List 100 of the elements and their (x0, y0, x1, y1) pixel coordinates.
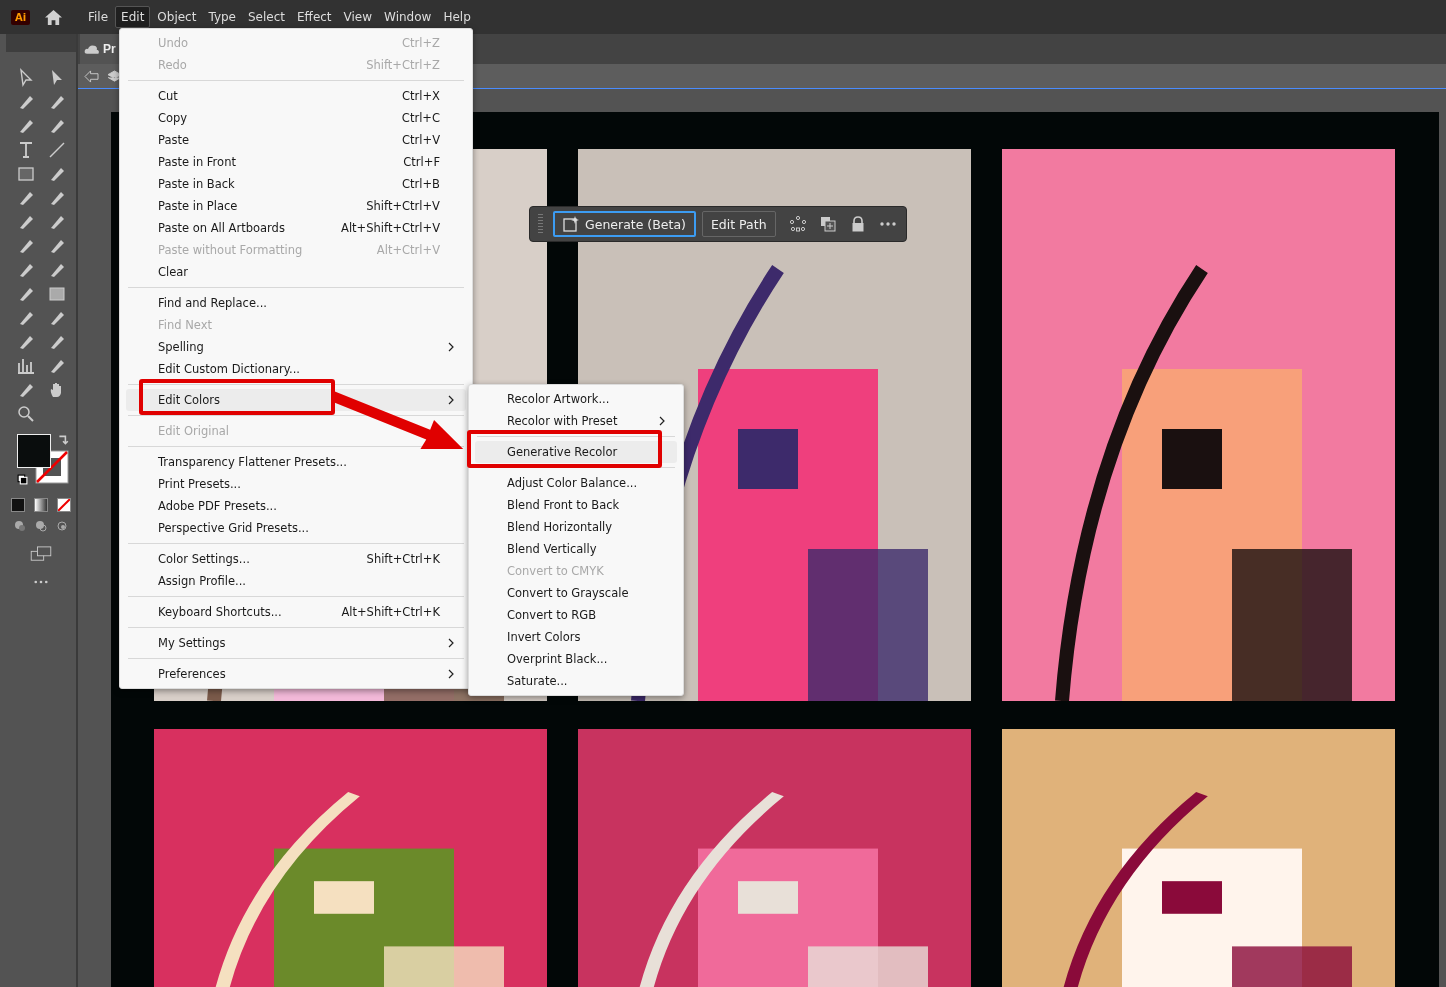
menu-item[interactable]: Convert to Grayscale (475, 582, 677, 604)
menu-item-label: Adobe PDF Presets... (158, 499, 278, 513)
rectangle-tool-icon[interactable] (15, 164, 36, 184)
menu-item-label: Convert to Grayscale (507, 586, 630, 600)
menu-item[interactable]: Saturate... (475, 670, 677, 692)
menu-item-label: Assign Profile... (158, 574, 247, 588)
menu-item[interactable]: Clear (126, 261, 466, 283)
none-mode-icon[interactable] (57, 498, 71, 512)
cloud-icon (84, 44, 100, 54)
color-mode-icon[interactable] (11, 498, 25, 512)
menu-item[interactable]: Perspective Grid Presets... (126, 517, 466, 539)
duplicate-icon[interactable] (819, 216, 836, 232)
menu-item[interactable]: Blend Front to Back (475, 494, 677, 516)
menu-bar-item[interactable]: Type (203, 7, 241, 27)
menu-item-label: Convert to RGB (507, 608, 598, 622)
menu-item-label: Print Presets... (158, 477, 242, 491)
shortcut-label: Alt+Shift+Ctrl+V (341, 221, 440, 235)
menu-item-label: Overprint Black... (507, 652, 609, 666)
menu-item-label: Find Next (158, 318, 213, 332)
back-arrow-icon[interactable] (84, 69, 99, 83)
menu-item[interactable]: Spelling (126, 336, 466, 358)
menu-item-label: Saturate... (507, 674, 569, 688)
menu-item[interactable]: Blend Vertically (475, 538, 677, 560)
gradient-tool-icon[interactable] (46, 284, 67, 304)
screen-mode-icon[interactable] (30, 546, 52, 562)
menu-item-label: Adjust Color Balance... (507, 476, 639, 490)
menu-item[interactable]: Blend Horizontally (475, 516, 677, 538)
menu-item-label: Recolor with Preset (507, 414, 619, 428)
draw-normal-icon[interactable] (14, 520, 26, 532)
menu-item-label: Paste on All Artboards (158, 221, 286, 235)
menu-item[interactable]: Generative Recolor (475, 441, 677, 463)
menu-item-label: Perspective Grid Presets... (158, 521, 310, 535)
menu-item[interactable]: Recolor Artwork... (475, 388, 677, 410)
generate-sparkle-icon (563, 216, 579, 232)
menu-item-label: Redo (158, 58, 188, 72)
menu-item-label: Find and Replace... (158, 296, 268, 310)
draw-behind-icon[interactable] (35, 520, 47, 532)
menu-bar-item[interactable]: Object (152, 7, 202, 27)
task-bar-button[interactable]: Edit Path (701, 211, 776, 237)
column-graph-tool-icon[interactable] (15, 356, 36, 376)
menu-item-label: Paste in Front (158, 155, 237, 169)
menu-bar-item[interactable]: Edit (115, 6, 151, 28)
gradient-mode-icon[interactable] (34, 498, 48, 512)
menu-item[interactable]: Paste in Place Shift+Ctrl+V (126, 195, 466, 217)
menu-item-label: Preferences (158, 667, 227, 681)
layers-icon[interactable] (107, 69, 122, 83)
menu-item[interactable]: Transparency Flattener Presets... (126, 451, 466, 473)
menu-bar-item[interactable]: File (83, 7, 114, 27)
menu-item[interactable]: Overprint Black... (475, 648, 677, 670)
menu-item[interactable]: Edit Custom Dictionary... (126, 358, 466, 380)
menu-item-label: Invert Colors (507, 630, 582, 644)
menu-item[interactable]: Invert Colors (475, 626, 677, 648)
menu-item[interactable]: Paste Ctrl+V (126, 129, 466, 151)
task-bar-button[interactable]: Generate (Beta) (553, 211, 696, 237)
menu-bar-item[interactable]: Help (438, 7, 476, 27)
menu-item[interactable]: Preferences (126, 663, 466, 685)
swap-arrow-icon[interactable] (57, 434, 69, 446)
shortcut-label: Alt+Shift+Ctrl+K (341, 605, 440, 619)
menu-item[interactable]: Adobe PDF Presets... (126, 495, 466, 517)
menu-item[interactable]: Copy Ctrl+C (126, 107, 466, 129)
menu-item-label: Blend Vertically (507, 542, 598, 556)
menu-item[interactable]: Assign Profile... (126, 570, 466, 592)
menu-item-label: Generative Recolor (507, 445, 619, 459)
menu-item-label: Copy (158, 111, 189, 125)
menu-bar-item[interactable]: View (338, 7, 378, 27)
menu-item-label: Edit Original (158, 424, 230, 438)
fill-color-swatch[interactable] (17, 434, 51, 468)
home-icon[interactable] (44, 8, 63, 26)
shortcut-label: Ctrl+F (403, 155, 440, 169)
menu-item[interactable]: Find and Replace... (126, 292, 466, 314)
menu-item[interactable]: My Settings (126, 632, 466, 654)
menu-item-label: Paste without Formatting (158, 243, 304, 257)
menu-item[interactable]: Keyboard Shortcuts... Alt+Shift+Ctrl+K (126, 601, 466, 623)
zoom-tool-icon[interactable] (15, 404, 36, 424)
shortcut-label: Ctrl+C (401, 111, 440, 125)
menu-item-label: Transparency Flattener Presets... (158, 455, 348, 469)
app-logo: Ai (11, 9, 30, 25)
menu-item[interactable]: Print Presets... (126, 473, 466, 495)
menu-item[interactable]: Cut Ctrl+X (126, 85, 466, 107)
anchor-points-icon[interactable] (789, 216, 806, 232)
menu-item[interactable]: Paste in Front Ctrl+F (126, 151, 466, 173)
menu-bar-item[interactable]: Effect (292, 7, 337, 27)
shortcut-label: Ctrl+V (402, 133, 440, 147)
draw-inside-icon[interactable] (56, 520, 68, 532)
menu-item[interactable]: Paste on All Artboards Alt+Shift+Ctrl+V (126, 217, 466, 239)
default-colors-icon[interactable] (17, 474, 28, 485)
menu-item[interactable]: Convert to RGB (475, 604, 677, 626)
menu-bar-item[interactable]: Window (379, 7, 437, 27)
menu-item-label: My Settings (158, 636, 227, 650)
shortcut-label: Shift+Ctrl+K (366, 552, 440, 566)
menu-item[interactable]: Paste in Back Ctrl+B (126, 173, 466, 195)
more-icon[interactable] (34, 580, 48, 584)
menu-item[interactable]: Color Settings... Shift+Ctrl+K (126, 548, 466, 570)
menu-item[interactable]: Recolor with Preset (475, 410, 677, 432)
menu-bar-item[interactable]: Select (243, 7, 291, 27)
menu-item-label: Blend Horizontally (507, 520, 614, 534)
menu-item-label: Paste in Place (158, 199, 239, 213)
shortcut-label: Shift+Ctrl+Z (366, 58, 440, 72)
menu-item[interactable]: Edit Colors (126, 389, 466, 411)
menu-item[interactable]: Adjust Color Balance... (475, 472, 677, 494)
